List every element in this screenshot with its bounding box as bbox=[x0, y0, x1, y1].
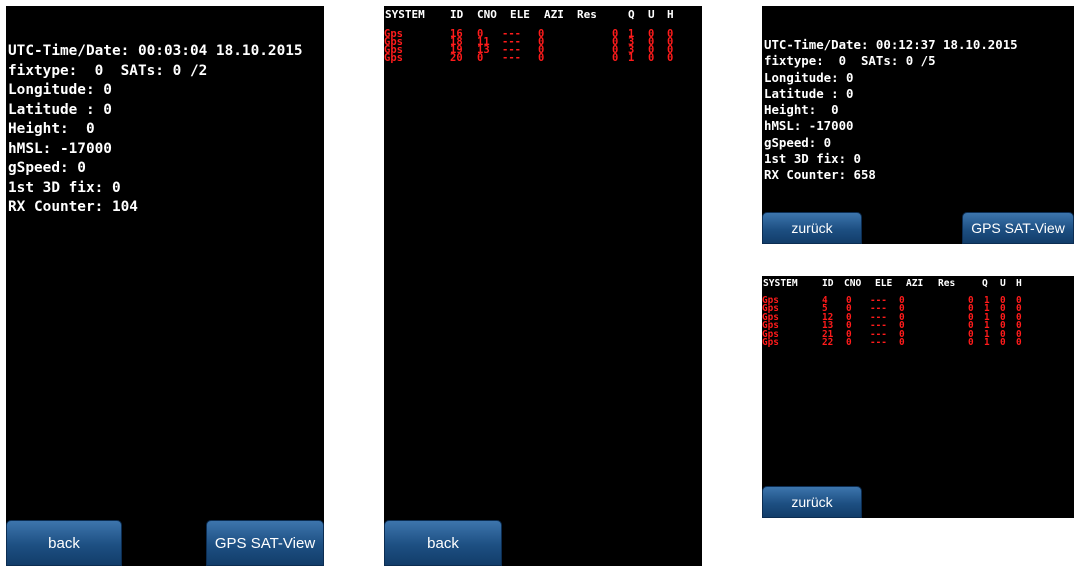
satellite-view-screen-english: SYSTEM ID CNO ELE AZI Res Q U H Gps 16 0 --- 0 0 1 0 0 Gps… bbox=[384, 6, 702, 566]
header-q: Q bbox=[628, 8, 635, 21]
header-system: SYSTEM bbox=[385, 8, 425, 21]
header-res: Res bbox=[938, 278, 956, 289]
header-cno: CNO bbox=[477, 8, 497, 21]
cell-id: 20 bbox=[450, 52, 463, 64]
header-u: U bbox=[1000, 278, 1006, 289]
cell-h: 0 bbox=[667, 52, 674, 64]
cell-system: Gps bbox=[384, 52, 403, 64]
header-azi: AZI bbox=[544, 8, 564, 21]
cell-azi: 0 bbox=[899, 336, 905, 348]
cell-azi: 0 bbox=[538, 52, 545, 64]
zurueck-button[interactable]: zurück bbox=[762, 486, 862, 518]
header-id: ID bbox=[822, 278, 834, 289]
header-h: H bbox=[667, 8, 674, 21]
header-u: U bbox=[648, 8, 655, 21]
header-system: SYSTEM bbox=[763, 278, 798, 289]
back-button[interactable]: back bbox=[384, 520, 502, 566]
cell-cno: 0 bbox=[477, 52, 484, 64]
cell-ele: --- bbox=[502, 52, 521, 64]
header-ele: ELE bbox=[875, 278, 893, 289]
gps-info-screen-german: UTC-Time/Date: 00:12:37 18.10.2015 fixty… bbox=[762, 6, 1074, 244]
back-button[interactable]: back bbox=[6, 520, 122, 566]
cell-id: 22 bbox=[822, 336, 834, 348]
gps-info-text: UTC-Time/Date: 00:12:37 18.10.2015 fixty… bbox=[764, 37, 1018, 183]
cell-u: 0 bbox=[1000, 336, 1006, 348]
header-h: H bbox=[1016, 278, 1022, 289]
cell-ele: --- bbox=[870, 336, 887, 348]
cell-u: 0 bbox=[648, 52, 655, 64]
cell-cno: 0 bbox=[846, 336, 852, 348]
header-id: ID bbox=[450, 8, 464, 21]
cell-h: 0 bbox=[1016, 336, 1022, 348]
header-ele: ELE bbox=[510, 8, 530, 21]
gps-info-screen-english: UTC-Time/Date: 00:03:04 18.10.2015 fixty… bbox=[6, 6, 324, 566]
gps-info-text: UTC-Time/Date: 00:03:04 18.10.2015 fixty… bbox=[8, 43, 303, 215]
header-res: Res bbox=[577, 8, 597, 21]
zurueck-button[interactable]: zurück bbox=[762, 212, 862, 244]
cell-res: 0 bbox=[612, 52, 619, 64]
cell-q: 1 bbox=[984, 336, 990, 348]
cell-res: 0 bbox=[968, 336, 974, 348]
gps-sat-view-button[interactable]: GPS SAT-View bbox=[962, 212, 1074, 244]
header-azi: AZI bbox=[906, 278, 924, 289]
header-q: Q bbox=[982, 278, 988, 289]
satellite-view-screen-german: SYSTEM ID CNO ELE AZI Res Q U H Gps 4 0 --- 0 0 1 0 0 Gps 5… bbox=[762, 276, 1074, 518]
cell-system: Gps bbox=[762, 336, 779, 348]
cell-q: 1 bbox=[628, 52, 635, 64]
header-cno: CNO bbox=[844, 278, 862, 289]
gps-sat-view-button[interactable]: GPS SAT-View bbox=[206, 520, 324, 566]
